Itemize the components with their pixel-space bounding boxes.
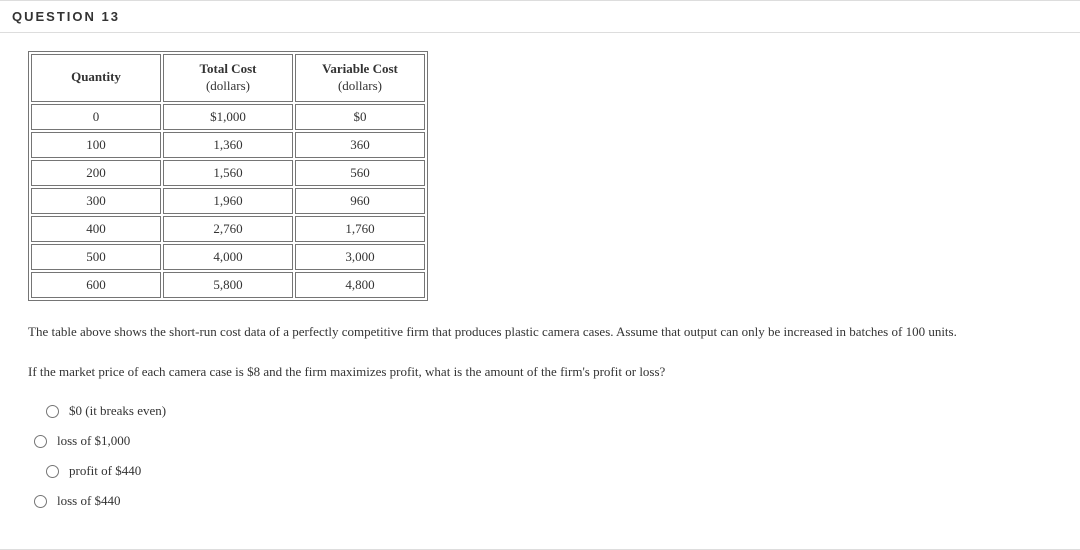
cell-quantity: 0 <box>31 104 161 130</box>
cell-total-cost: $1,000 <box>163 104 293 130</box>
cell-variable-cost: 1,760 <box>295 216 425 242</box>
table-row: 600 5,800 4,800 <box>31 272 425 298</box>
table-row: 400 2,760 1,760 <box>31 216 425 242</box>
cell-variable-cost: 960 <box>295 188 425 214</box>
cell-total-cost: 1,560 <box>163 160 293 186</box>
option-radio[interactable] <box>46 465 59 478</box>
cell-quantity: 500 <box>31 244 161 270</box>
col-header-label: Variable Cost <box>304 61 416 78</box>
table-row: 500 4,000 3,000 <box>31 244 425 270</box>
col-header-label: Total Cost <box>172 61 284 78</box>
cell-variable-cost: 360 <box>295 132 425 158</box>
question-header: QUESTION 13 <box>0 0 1080 33</box>
table-row: 200 1,560 560 <box>31 160 425 186</box>
option-radio[interactable] <box>34 495 47 508</box>
cell-variable-cost: 560 <box>295 160 425 186</box>
cell-quantity: 300 <box>31 188 161 214</box>
col-header-label: Quantity <box>40 69 152 86</box>
cell-quantity: 200 <box>31 160 161 186</box>
cell-variable-cost: $0 <box>295 104 425 130</box>
option-row[interactable]: loss of $1,000 <box>34 433 1052 449</box>
table-header-row: Quantity Total Cost (dollars) Variable C… <box>31 54 425 102</box>
option-row[interactable]: loss of $440 <box>34 493 1052 509</box>
question-container: QUESTION 13 Quantity Total Cost (dollars… <box>0 0 1080 550</box>
cell-quantity: 100 <box>31 132 161 158</box>
col-header-variable-cost: Variable Cost (dollars) <box>295 54 425 102</box>
cell-variable-cost: 3,000 <box>295 244 425 270</box>
option-label: profit of $440 <box>69 463 141 479</box>
cell-total-cost: 1,360 <box>163 132 293 158</box>
table-row: 0 $1,000 $0 <box>31 104 425 130</box>
table-row: 300 1,960 960 <box>31 188 425 214</box>
cell-variable-cost: 4,800 <box>295 272 425 298</box>
options-group: $0 (it breaks even) loss of $1,000 profi… <box>34 403 1052 509</box>
cell-total-cost: 5,800 <box>163 272 293 298</box>
option-label: loss of $1,000 <box>57 433 130 449</box>
option-label: loss of $440 <box>57 493 121 509</box>
col-header-sub: (dollars) <box>304 78 416 95</box>
cost-table: Quantity Total Cost (dollars) Variable C… <box>28 51 428 301</box>
option-label: $0 (it breaks even) <box>69 403 166 419</box>
cell-quantity: 600 <box>31 272 161 298</box>
option-radio[interactable] <box>46 405 59 418</box>
table-row: 100 1,360 360 <box>31 132 425 158</box>
question-paragraph: If the market price of each camera case … <box>28 363 1052 381</box>
col-header-sub: (dollars) <box>172 78 284 95</box>
question-content: Quantity Total Cost (dollars) Variable C… <box>0 33 1080 541</box>
option-row[interactable]: profit of $440 <box>46 463 1052 479</box>
col-header-total-cost: Total Cost (dollars) <box>163 54 293 102</box>
description-paragraph: The table above shows the short-run cost… <box>28 323 1052 341</box>
cell-quantity: 400 <box>31 216 161 242</box>
col-header-quantity: Quantity <box>31 54 161 102</box>
option-radio[interactable] <box>34 435 47 448</box>
cell-total-cost: 2,760 <box>163 216 293 242</box>
cell-total-cost: 1,960 <box>163 188 293 214</box>
option-row[interactable]: $0 (it breaks even) <box>46 403 1052 419</box>
cell-total-cost: 4,000 <box>163 244 293 270</box>
